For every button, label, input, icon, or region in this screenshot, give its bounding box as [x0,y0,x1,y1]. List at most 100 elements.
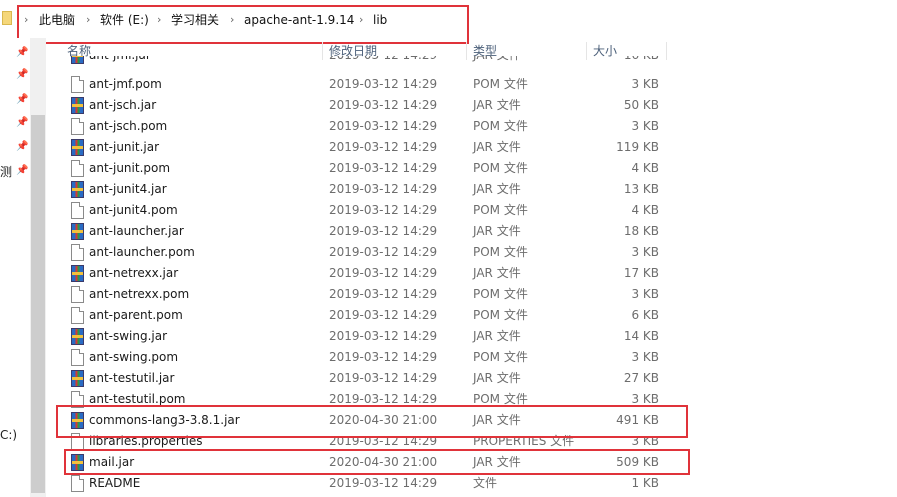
jar-file-icon [71,139,84,156]
file-size: 3 KB [631,77,659,91]
file-type: JAR 文件 [473,140,521,154]
table-row[interactable]: ant-junit.jar 2019-03-12 14:29 JAR 文件 119 K… [46,137,897,158]
file-date: 2019-03-12 14:29 [329,56,437,66]
file-size: 509 KB [616,455,659,469]
file-name: ant-netrexx.pom [89,287,190,301]
jar-file-icon [71,454,84,471]
file-type: POM 文件 [473,161,528,175]
jar-file-icon [71,370,84,387]
chevron-right-icon: › [86,13,91,26]
jar-file-icon [71,412,84,429]
nav-scrollbar-thumb[interactable] [31,115,45,493]
table-row[interactable]: ant-jsch.jar 2019-03-12 14:29 JAR 文件 50 KB [46,95,897,116]
pin-icon[interactable]: 📌 [16,46,28,60]
pin-icon[interactable]: 📌 [16,68,28,82]
file-name: ant-jsch.pom [89,119,168,133]
jar-file-icon [71,223,84,240]
breadcrumb-study[interactable]: 学习相关 [171,11,219,29]
table-row[interactable]: README 2019-03-12 14:29 文件 1 KB [46,473,897,494]
file-date: 2019-03-12 14:29 [329,266,438,280]
table-row[interactable]: ant-launcher.jar 2019-03-12 14:29 JAR 文件 18… [46,221,897,242]
file-date: 2019-03-12 14:29 [329,98,438,112]
file-type: POM 文件 [473,119,528,133]
file-name: ant-parent.pom [89,308,183,322]
table-row[interactable]: ant-junit4.jar 2019-03-12 14:29 JAR 文件 13 K… [46,179,897,200]
document-icon [71,118,84,135]
table-row[interactable]: ant-jmf.pom 2019-03-12 14:29 POM 文件 3 KB [46,74,897,95]
table-row[interactable]: ant-launcher.pom 2019-03-12 14:29 POM 文件 3 … [46,242,897,263]
file-type: JAR 文件 [473,56,521,66]
file-date: 2019-03-12 14:29 [329,434,438,448]
file-type: POM 文件 [473,392,528,406]
table-row[interactable]: ant-jsch.pom 2019-03-12 14:29 POM 文件 3 KB [46,116,897,137]
file-date: 2019-03-12 14:29 [329,140,438,154]
file-name: ant-junit4.pom [89,203,178,217]
table-row[interactable]: libraries.properties 2019-03-12 14:29 PROP… [46,431,897,452]
file-name: libraries.properties [89,434,203,448]
breadcrumb-lib[interactable]: lib [373,11,387,29]
file-size: 6 KB [631,308,659,322]
chevron-right-icon: › [157,13,162,26]
file-size: 119 KB [616,140,659,154]
file-type: JAR 文件 [473,455,521,469]
file-name: ant-netrexx.jar [89,266,179,280]
file-name: ant-launcher.pom [89,245,195,259]
nav-item-drive-c[interactable]: C:) [0,428,17,442]
table-row[interactable]: ant-testutil.jar 2019-03-12 14:29 JAR 文件 27… [46,368,897,389]
file-size: 1 KB [631,476,659,490]
pin-icon[interactable]: 📌 [16,116,28,130]
file-name: README [89,476,141,490]
table-row[interactable]: ant-netrexx.pom 2019-03-12 14:29 POM 文件 3 K… [46,284,897,305]
address-bar[interactable]: › 此电脑 › 软件 (E:) › 学习相关 › apache-ant-1.9.… [0,0,897,38]
jar-icon [71,56,84,64]
file-type: JAR 文件 [473,371,521,385]
table-row[interactable]: ant-testutil.pom 2019-03-12 14:29 POM 文件 3 … [46,389,897,410]
table-row[interactable]: commons-lang3-3.8.1.jar 2020-04-30 21:00 J… [46,410,897,431]
file-size: 18 KB [623,224,659,238]
file-size: 16 KB [558,56,659,66]
file-type: POM 文件 [473,308,528,322]
table-row[interactable]: ant-swing.pom 2019-03-12 14:29 POM 文件 3 KB [46,347,897,368]
file-date: 2019-03-12 14:29 [329,77,438,91]
table-row[interactable]: ant-junit4.pom 2019-03-12 14:29 POM 文件 4 KB [46,200,897,221]
file-type: POM 文件 [473,77,528,91]
pin-icon[interactable]: 📌 [16,140,28,154]
breadcrumb-apache-ant[interactable]: apache-ant-1.9.14 [244,11,354,29]
document-icon [71,244,84,261]
file-date: 2019-03-12 14:29 [329,245,438,259]
file-date: 2019-03-12 14:29 [329,329,438,343]
file-name: ant-junit.pom [89,161,171,175]
file-type: JAR 文件 [473,329,521,343]
table-row[interactable]: mail.jar 2020-04-30 21:00 JAR 文件 509 KB [46,452,897,473]
file-size: 491 KB [616,413,659,427]
table-row-partial[interactable]: ant-jmf.jar 2019-03-12 14:29 JAR 文件 16 K… [46,56,897,66]
file-size: 3 KB [631,434,659,448]
breadcrumb-drive-e[interactable]: 软件 (E:) [100,11,149,29]
file-name: ant-junit.jar [89,140,160,154]
file-date: 2019-03-12 14:29 [329,182,438,196]
document-icon [71,475,84,492]
nav-item-cut[interactable]: 测 [0,163,12,180]
file-date: 2020-04-30 21:00 [329,413,438,427]
file-type: POM 文件 [473,287,528,301]
pin-icon[interactable]: 📌 [16,93,28,107]
file-size: 4 KB [631,161,659,175]
table-row[interactable]: ant-swing.jar 2019-03-12 14:29 JAR 文件 14 KB [46,326,897,347]
document-icon [71,202,84,219]
file-type: POM 文件 [473,245,528,259]
table-row[interactable]: ant-junit.pom 2019-03-12 14:29 POM 文件 4 KB [46,158,897,179]
table-row[interactable]: ant-netrexx.jar 2019-03-12 14:29 JAR 文件 17 … [46,263,897,284]
file-size: 3 KB [631,350,659,364]
file-size: 17 KB [623,266,659,280]
breadcrumb-this-pc[interactable]: 此电脑 [39,11,75,29]
file-size: 14 KB [623,329,659,343]
file-size: 3 KB [631,392,659,406]
file-name: ant-testutil.jar [89,371,175,385]
jar-file-icon [71,265,84,282]
file-name: ant-testutil.pom [89,392,186,406]
pin-icon[interactable]: 📌 [16,164,28,178]
file-name: mail.jar [89,455,135,469]
table-row[interactable]: ant-parent.pom 2019-03-12 14:29 POM 文件 6 KB [46,305,897,326]
file-type: POM 文件 [473,350,528,364]
file-name: ant-jsch.jar [89,98,157,112]
